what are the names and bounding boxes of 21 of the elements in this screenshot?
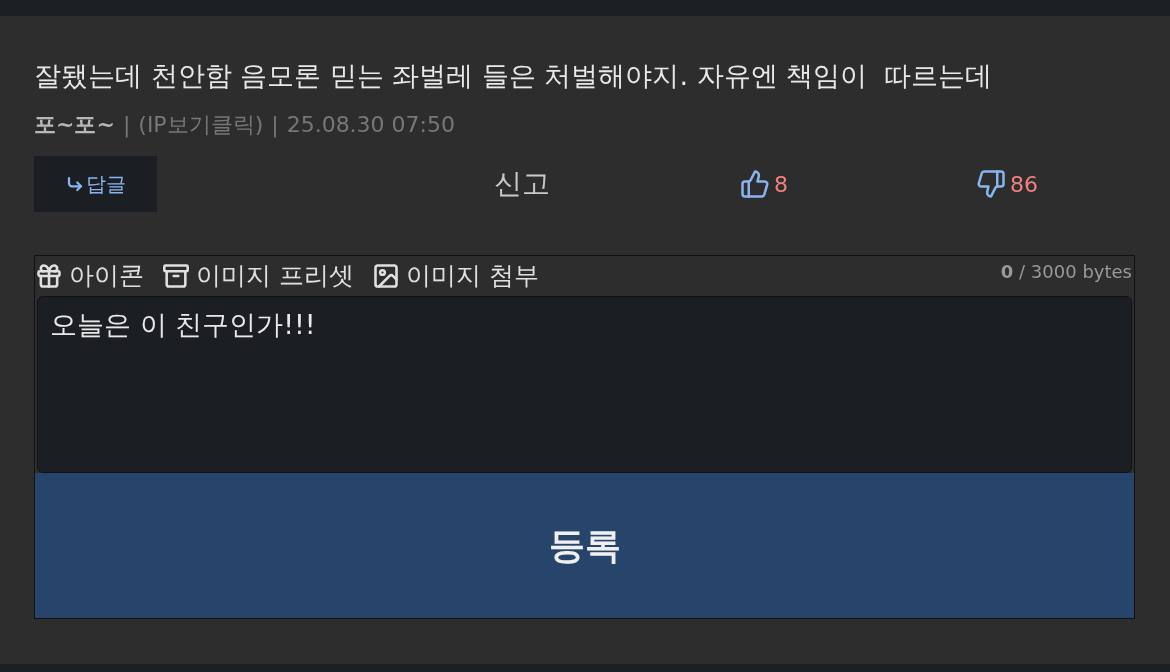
toolbar-button[interactable]: 아이콘 — [35, 257, 144, 295]
toolbar-button[interactable]: 이미지 프리셋 — [162, 257, 354, 295]
report-button[interactable]: 신고 — [494, 163, 550, 205]
submit-button[interactable]: 등록 — [35, 473, 1134, 618]
reply-arrow-icon — [65, 175, 84, 193]
gift-icon — [35, 262, 63, 290]
separator: | — [122, 111, 131, 140]
comment-input[interactable]: 오늘은 이 친구인가!!! — [37, 296, 1132, 473]
timestamp: 25.08.30 07:50 — [286, 111, 455, 139]
thumbs-up-icon — [740, 169, 770, 199]
author-name[interactable]: 포~포~ — [34, 108, 115, 142]
reply-button[interactable]: 답글 — [34, 156, 157, 212]
image-icon — [371, 262, 400, 290]
archive-icon — [162, 262, 190, 290]
comment-text: 잘됐는데 천안함 음모론 믿는 좌벌레 들은 처벌해야지. 자유엔 책임이 따르는데 — [34, 59, 994, 93]
separator: | — [271, 111, 279, 140]
thumbs-down-icon — [976, 169, 1006, 199]
toolbar-button[interactable]: 이미지 첨부 — [371, 257, 539, 295]
byte-counter: 0 / 3000 bytes — [1000, 260, 1132, 284]
like-button[interactable]: 8 — [740, 167, 788, 201]
dislike-button[interactable]: 86 — [976, 167, 1038, 201]
